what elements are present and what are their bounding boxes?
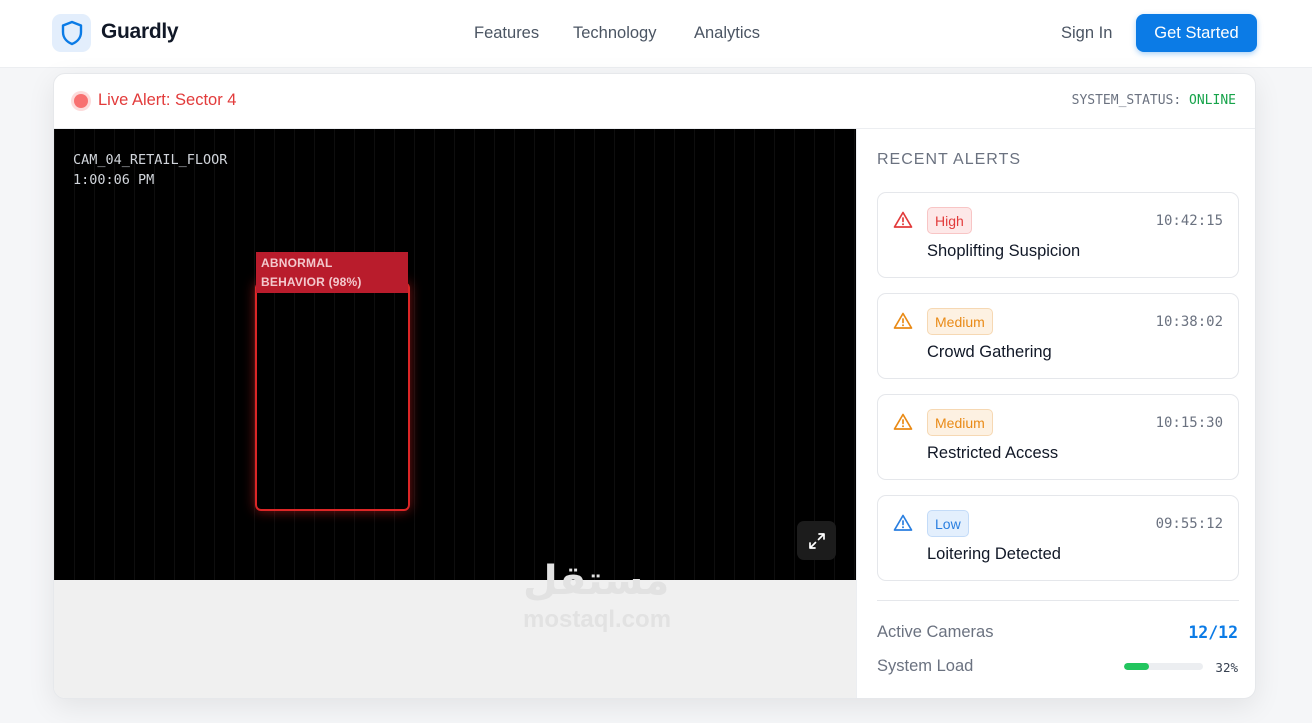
alert-item[interactable]: High 10:42:15 Shoplifting Suspicion bbox=[877, 192, 1239, 278]
expand-icon bbox=[808, 532, 825, 549]
severity-badge: Low bbox=[927, 510, 969, 537]
alert-name: Restricted Access bbox=[927, 444, 1059, 462]
alert-name: Crowd Gathering bbox=[927, 343, 1052, 361]
camera-time: 1:00:06 PM bbox=[73, 172, 155, 188]
expand-button[interactable] bbox=[797, 521, 836, 560]
live-alert-title: Live Alert: Sector 4 bbox=[98, 91, 237, 109]
nav-link-technology[interactable]: Technology bbox=[573, 24, 656, 43]
video-footer bbox=[54, 580, 856, 698]
camera-overlay: CAM_04_RETAIL_FLOOR 1:00:06 PM bbox=[73, 150, 227, 190]
severity-badge: Medium bbox=[927, 308, 993, 335]
system-status-key: SYSTEM_STATUS: bbox=[1071, 93, 1182, 108]
system-load-label: System Load bbox=[877, 657, 974, 675]
system-load-value: 32% bbox=[1215, 660, 1238, 675]
camera-feed[interactable]: CAM_04_RETAIL_FLOOR 1:00:06 PM ABNORMAL … bbox=[54, 129, 856, 580]
alert-time: 10:42:15 bbox=[1155, 213, 1223, 229]
active-cameras-label: Active Cameras bbox=[877, 623, 994, 641]
system-status-value: ONLINE bbox=[1189, 93, 1236, 108]
system-load-bar bbox=[1124, 663, 1203, 670]
alert-name: Loitering Detected bbox=[927, 545, 1061, 563]
alert-item[interactable]: Medium 10:38:02 Crowd Gathering bbox=[877, 293, 1239, 379]
live-indicator-icon bbox=[74, 94, 88, 108]
recent-alerts-title: RECENT ALERTS bbox=[877, 151, 1022, 168]
detection-label-line2: BEHAVIOR (98%) bbox=[261, 275, 362, 289]
nav-link-features[interactable]: Features bbox=[474, 24, 539, 43]
detection-box[interactable] bbox=[255, 282, 410, 511]
warning-triangle-icon bbox=[893, 312, 913, 329]
alert-time: 10:38:02 bbox=[1155, 314, 1223, 330]
system-status: SYSTEM_STATUS: ONLINE bbox=[1072, 93, 1236, 108]
severity-badge: High bbox=[927, 207, 972, 234]
detection-label: ABNORMAL BEHAVIOR (98%) bbox=[256, 252, 408, 293]
warning-triangle-icon bbox=[893, 211, 913, 228]
severity-badge: Medium bbox=[927, 409, 993, 436]
brand-name[interactable]: Guardly bbox=[101, 20, 179, 44]
warning-triangle-icon bbox=[893, 514, 913, 531]
system-load-fill bbox=[1124, 663, 1150, 670]
alert-name: Shoplifting Suspicion bbox=[927, 242, 1081, 260]
detection-label-line1: ABNORMAL bbox=[261, 256, 333, 270]
alert-item[interactable]: Low 09:55:12 Loitering Detected bbox=[877, 495, 1239, 581]
watermark-arabic: مستقل bbox=[523, 559, 670, 603]
sign-in-link[interactable]: Sign In bbox=[1061, 24, 1112, 43]
top-nav: Guardly Features Technology Analytics Si… bbox=[0, 0, 1312, 68]
active-cameras-value: 12/12 bbox=[1188, 623, 1238, 642]
sidebar-divider bbox=[877, 600, 1239, 601]
watermark-latin: mostaql.com bbox=[523, 606, 672, 633]
alert-item[interactable]: Medium 10:15:30 Restricted Access bbox=[877, 394, 1239, 480]
warning-triangle-icon bbox=[893, 413, 913, 430]
alert-time: 09:55:12 bbox=[1155, 516, 1223, 532]
camera-name: CAM_04_RETAIL_FLOOR bbox=[73, 152, 228, 168]
alerts-sidebar: RECENT ALERTS High 10:42:15 Shoplifting … bbox=[856, 129, 1255, 698]
get-started-button[interactable]: Get Started bbox=[1136, 14, 1257, 52]
shield-logo-icon[interactable] bbox=[52, 14, 91, 52]
nav-link-analytics[interactable]: Analytics bbox=[694, 24, 760, 43]
card-header: Live Alert: Sector 4 SYSTEM_STATUS: ONLI… bbox=[54, 74, 1255, 129]
alert-time: 10:15:30 bbox=[1155, 415, 1223, 431]
